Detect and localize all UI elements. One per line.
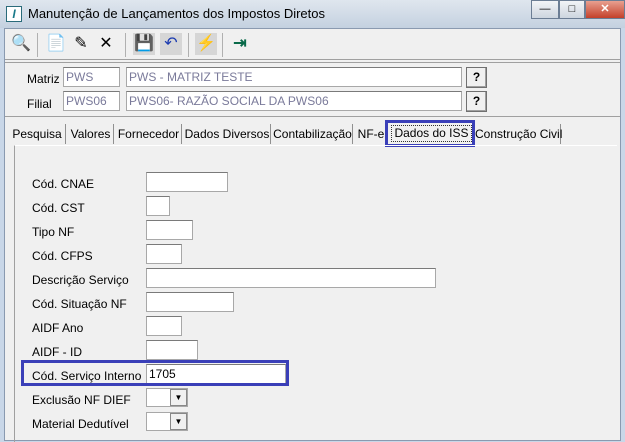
filial-label: Filial <box>27 97 52 111</box>
exit-icon[interactable]: ⇥ <box>229 33 251 55</box>
tab-contabilizacao[interactable]: Contabilização <box>273 124 353 144</box>
new-document-icon[interactable]: 📄 <box>45 33 67 55</box>
aidf-ano-field[interactable] <box>146 316 182 336</box>
aidf-id-label: AIDF - ID <box>32 345 82 359</box>
toolbar-separator <box>125 33 126 57</box>
exclusao-nf-dief-select[interactable]: ▼ <box>146 388 188 407</box>
active-tab-highlight <box>385 120 475 147</box>
cnae-label: Cód. CNAE <box>32 177 95 191</box>
header-panel: Matriz PWS PWS - MATRIZ TESTE ? Filial P… <box>5 62 620 117</box>
toolbar: 🔍 📄 ✎ ✕ 💾 ↶ ⚡ ⇥ <box>5 29 620 60</box>
tab-pesquisa[interactable]: Pesquisa <box>9 124 66 144</box>
tab-construcao-civil[interactable]: Construção Civil <box>475 124 562 144</box>
filter-icon[interactable]: ⚡ <box>195 33 217 55</box>
app-icon: I <box>6 6 22 22</box>
situacao-nf-label: Cód. Situação NF <box>32 297 127 311</box>
cnae-field[interactable] <box>146 172 228 192</box>
matriz-label: Matriz <box>27 72 60 86</box>
material-dedutivel-select[interactable]: ▼ <box>146 412 188 431</box>
save-icon[interactable]: 💾 <box>133 33 155 55</box>
tab-nfe[interactable]: NF-e <box>355 124 388 144</box>
filial-name-field[interactable]: PWS06- RAZÃO SOCIAL DA PWS06 <box>126 91 462 111</box>
toolbar-separator <box>222 33 223 57</box>
filial-help-button[interactable]: ? <box>466 91 487 112</box>
window-client: 🔍 📄 ✎ ✕ 💾 ↶ ⚡ ⇥ Matriz PWS PWS - MATRIZ … <box>4 28 621 442</box>
filial-code-field[interactable]: PWS06 <box>63 91 120 111</box>
material-dedutivel-label: Material Dedutível <box>32 417 129 431</box>
matriz-help-button[interactable]: ? <box>466 67 487 88</box>
tipo-nf-label: Tipo NF <box>32 225 75 239</box>
exclusao-nf-dief-label: Exclusão NF DIEF <box>32 393 131 407</box>
descricao-servico-field[interactable] <box>146 268 436 288</box>
minimize-button[interactable]: — <box>531 0 559 19</box>
tab-valores[interactable]: Valores <box>68 124 114 144</box>
window-title: Manutenção de Lançamentos dos Impostos D… <box>28 6 326 21</box>
cst-field[interactable] <box>146 196 170 216</box>
tipo-nf-field[interactable] <box>146 220 193 240</box>
cfps-field[interactable] <box>146 244 182 264</box>
chevron-down-icon[interactable]: ▼ <box>170 413 187 430</box>
chevron-down-icon[interactable]: ▼ <box>170 389 187 406</box>
descricao-servico-label: Descrição Serviço <box>32 273 129 287</box>
cfps-label: Cód. CFPS <box>32 249 93 263</box>
tab-dados-diversos[interactable]: Dados Diversos <box>184 124 271 144</box>
delete-icon[interactable]: ✕ <box>95 33 117 55</box>
edit-icon[interactable]: ✎ <box>70 33 92 55</box>
matriz-name-field[interactable]: PWS - MATRIZ TESTE <box>126 67 462 87</box>
situacao-nf-field[interactable] <box>146 292 234 312</box>
search-icon[interactable]: 🔍 <box>10 33 32 55</box>
close-button[interactable]: ✕ <box>585 0 625 19</box>
toolbar-separator <box>188 33 189 57</box>
maximize-button[interactable]: □ <box>559 0 585 19</box>
cst-label: Cód. CST <box>32 201 85 215</box>
tab-fornecedor[interactable]: Fornecedor <box>116 124 182 144</box>
aidf-id-field[interactable] <box>146 340 198 360</box>
title-bar: I Manutenção de Lançamentos dos Impostos… <box>0 0 625 28</box>
aidf-ano-label: AIDF Ano <box>32 321 84 335</box>
toolbar-separator <box>37 33 38 57</box>
undo-icon[interactable]: ↶ <box>160 33 182 55</box>
field-highlight <box>21 360 289 386</box>
matriz-code-field[interactable]: PWS <box>63 67 120 87</box>
